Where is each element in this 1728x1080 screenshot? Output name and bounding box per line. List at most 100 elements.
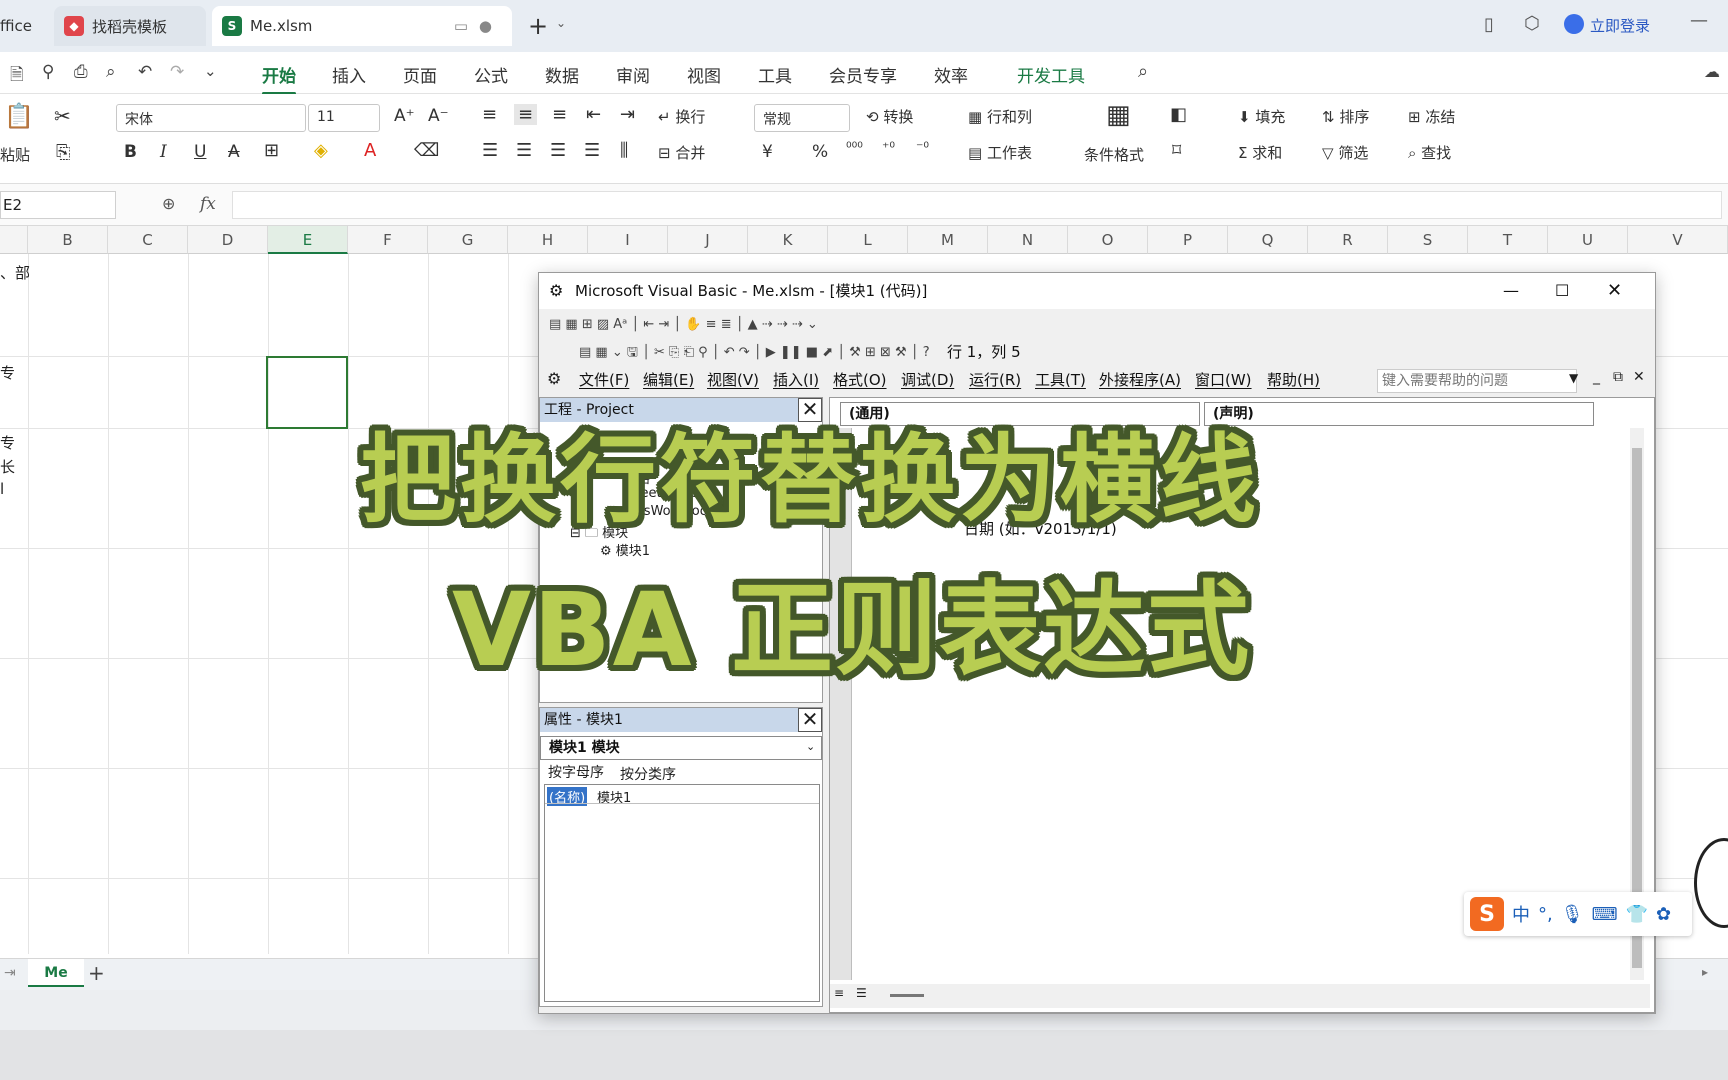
- rowcol-button[interactable]: ▦ 行和列: [968, 106, 1032, 127]
- column-header[interactable]: G: [428, 226, 508, 254]
- last-sheet-icon[interactable]: ⇥: [4, 965, 16, 981]
- copy-icon[interactable]: ⎘: [56, 142, 70, 163]
- monitor-icon[interactable]: ▭: [454, 17, 468, 35]
- ime-toolbar[interactable]: S 中 °, 🎙 ⌨ 👕 ✿: [1464, 892, 1692, 936]
- child-minimize-icon[interactable]: _: [1593, 369, 1600, 385]
- worksheet-button[interactable]: ▤ 工作表: [968, 142, 1032, 163]
- font-size-select[interactable]: 11: [308, 104, 380, 132]
- column-header[interactable]: O: [1068, 226, 1148, 254]
- align-middle-icon[interactable]: ≡: [514, 104, 538, 125]
- convert-button[interactable]: ⟲ 转换: [866, 106, 913, 127]
- vba-menu-edit[interactable]: 编辑(E): [643, 369, 694, 390]
- underline-button[interactable]: U: [194, 142, 206, 162]
- column-header[interactable]: C: [108, 226, 188, 254]
- tab-alphabetic[interactable]: 按字母序: [546, 762, 606, 782]
- ime-mode[interactable]: 中: [1512, 901, 1530, 927]
- minimize-icon[interactable]: —: [1503, 273, 1519, 309]
- number-format-select[interactable]: 常规: [754, 104, 850, 132]
- bold-button[interactable]: B: [124, 142, 137, 162]
- child-close-icon[interactable]: ✕: [1633, 369, 1645, 385]
- panel-icon[interactable]: ▯: [1484, 14, 1494, 35]
- sum-button[interactable]: Σ 求和: [1238, 142, 1282, 163]
- decrease-font-icon[interactable]: A⁻: [428, 106, 449, 126]
- outdent-icon[interactable]: ⇤: [586, 104, 601, 125]
- scroll-thumb[interactable]: [890, 994, 924, 997]
- scroll-thumb[interactable]: [1632, 448, 1642, 968]
- column-header[interactable]: S: [1388, 226, 1468, 254]
- punctuation-icon[interactable]: °,: [1538, 904, 1553, 925]
- help-search-input[interactable]: 键入需要帮助的问题: [1377, 369, 1577, 393]
- object-select[interactable]: 模块1 模块: [540, 736, 822, 760]
- column-header[interactable]: M: [908, 226, 988, 254]
- preview-icon[interactable]: ⌕: [106, 62, 116, 82]
- redo-icon[interactable]: ↷: [170, 62, 184, 82]
- menu-page[interactable]: 页面: [403, 62, 437, 87]
- percent-button[interactable]: %: [812, 142, 828, 162]
- font-family-select[interactable]: 宋体: [116, 104, 306, 132]
- share-icon[interactable]: ⚲: [42, 62, 54, 82]
- vba-menu-file[interactable]: 文件(F): [579, 369, 629, 390]
- name-box[interactable]: E2: [0, 191, 116, 219]
- italic-button[interactable]: I: [160, 142, 167, 162]
- vba-menu-window[interactable]: 窗口(W): [1195, 369, 1252, 390]
- conditional-format-button[interactable]: 条件格式: [1084, 144, 1144, 165]
- formula-input[interactable]: [232, 191, 1722, 219]
- tab-office[interactable]: ffice: [0, 6, 42, 46]
- paste-icon[interactable]: 📋: [4, 102, 34, 130]
- filter-button[interactable]: ▽ 筛选: [1322, 142, 1368, 163]
- tab-templates[interactable]: ◆ 找稻壳模板: [54, 6, 206, 46]
- apps-icon[interactable]: ✿: [1656, 904, 1671, 925]
- column-header-selected[interactable]: E: [268, 226, 348, 254]
- vba-menu-debug[interactable]: 调试(D): [901, 369, 954, 390]
- strikethrough-icon[interactable]: A: [228, 142, 240, 162]
- vba-menu-addins[interactable]: 外接程序(A): [1099, 369, 1181, 390]
- menu-start[interactable]: 开始: [262, 62, 296, 95]
- column-header[interactable]: Q: [1228, 226, 1308, 254]
- skin-icon[interactable]: 👕: [1626, 904, 1648, 925]
- horizontal-scrollbar[interactable]: ≡ ☰: [830, 984, 1650, 1008]
- align-right-icon[interactable]: ☰: [550, 140, 566, 161]
- cut-icon[interactable]: ✂: [54, 104, 71, 128]
- new-tab-icon[interactable]: +: [528, 12, 548, 40]
- increase-decimal-icon[interactable]: ⁺⁰: [882, 140, 895, 156]
- menu-tools[interactable]: 工具: [758, 62, 792, 87]
- menu-formula[interactable]: 公式: [474, 62, 508, 87]
- menu-efficiency[interactable]: 效率: [934, 62, 968, 87]
- tab-me-xlsm[interactable]: S Me.xlsm ▭ ●: [212, 6, 512, 46]
- column-header[interactable]: N: [988, 226, 1068, 254]
- selected-cell[interactable]: [266, 356, 348, 429]
- child-restore-icon[interactable]: ⧉: [1613, 369, 1623, 385]
- menu-insert[interactable]: 插入: [332, 62, 366, 87]
- align-left-icon[interactable]: ☰: [482, 140, 498, 161]
- more-icon[interactable]: ⌄: [204, 62, 217, 80]
- fx-label[interactable]: fx: [200, 194, 216, 214]
- column-header[interactable]: B: [28, 226, 108, 254]
- close-tab-icon[interactable]: ●: [479, 17, 492, 35]
- sheet-tab-me[interactable]: Me: [28, 959, 84, 987]
- cube-icon[interactable]: ⬡: [1524, 13, 1540, 34]
- chevron-down-icon[interactable]: ⌄: [806, 740, 815, 753]
- vba-menu-run[interactable]: 运行(R): [969, 369, 1021, 390]
- freeze-button[interactable]: ⊞ 冻结: [1408, 106, 1455, 127]
- column-header[interactable]: F: [348, 226, 428, 254]
- cell-icon[interactable]: ⌑: [1172, 140, 1181, 161]
- zoom-icon[interactable]: ⊕: [162, 194, 175, 213]
- login-link[interactable]: 立即登录: [1590, 15, 1650, 36]
- column-header[interactable]: V: [1628, 226, 1728, 254]
- decrease-decimal-icon[interactable]: ⁻⁰: [916, 140, 929, 156]
- sort-button[interactable]: ⇅ 排序: [1322, 106, 1369, 127]
- menu-data[interactable]: 数据: [545, 62, 579, 87]
- cloud-icon[interactable]: ☁: [1704, 62, 1720, 81]
- vba-menu-help[interactable]: 帮助(H): [1267, 369, 1320, 390]
- column-header[interactable]: H: [508, 226, 588, 254]
- increase-font-icon[interactable]: A⁺: [394, 106, 415, 126]
- column-header[interactable]: D: [188, 226, 268, 254]
- column-header[interactable]: I: [588, 226, 668, 254]
- thousands-icon[interactable]: ⁰⁰⁰: [846, 140, 863, 156]
- wrap-button[interactable]: ↵ 换行: [658, 106, 705, 127]
- menu-developer[interactable]: 开发工具: [1017, 62, 1085, 87]
- vba-menu-tools[interactable]: 工具(T): [1035, 369, 1086, 390]
- chevron-down-icon[interactable]: ▼: [1569, 371, 1578, 385]
- currency-button[interactable]: ¥: [762, 142, 773, 162]
- save-icon[interactable]: 🗎: [10, 62, 24, 91]
